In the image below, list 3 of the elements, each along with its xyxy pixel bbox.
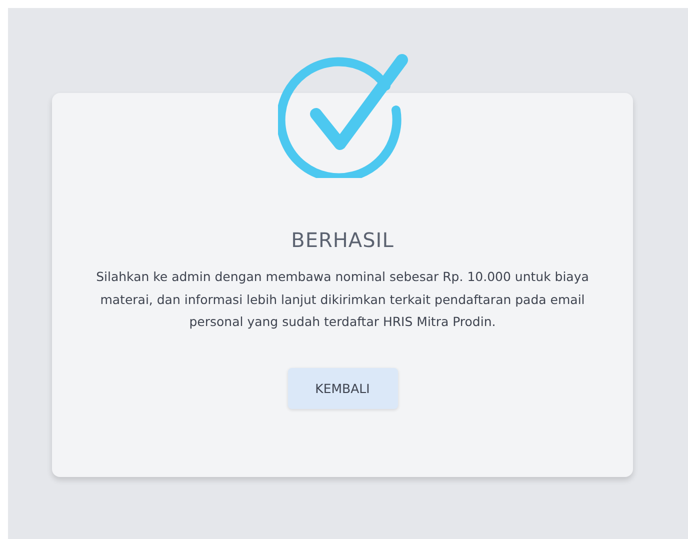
dialog-message: Silahkan ke admin dengan membawa nominal sebesar Rp. 10.000 untuk biaya materai, dan informasi lebih lanjut dikirimkan terkait pendaftaran pada email personal yang sudah terdaftar HRIS Mitra Prodin. <box>95 268 590 331</box>
back-button[interactable]: KEMBALI <box>288 368 398 408</box>
dialog-title: BERHASIL <box>291 228 394 252</box>
